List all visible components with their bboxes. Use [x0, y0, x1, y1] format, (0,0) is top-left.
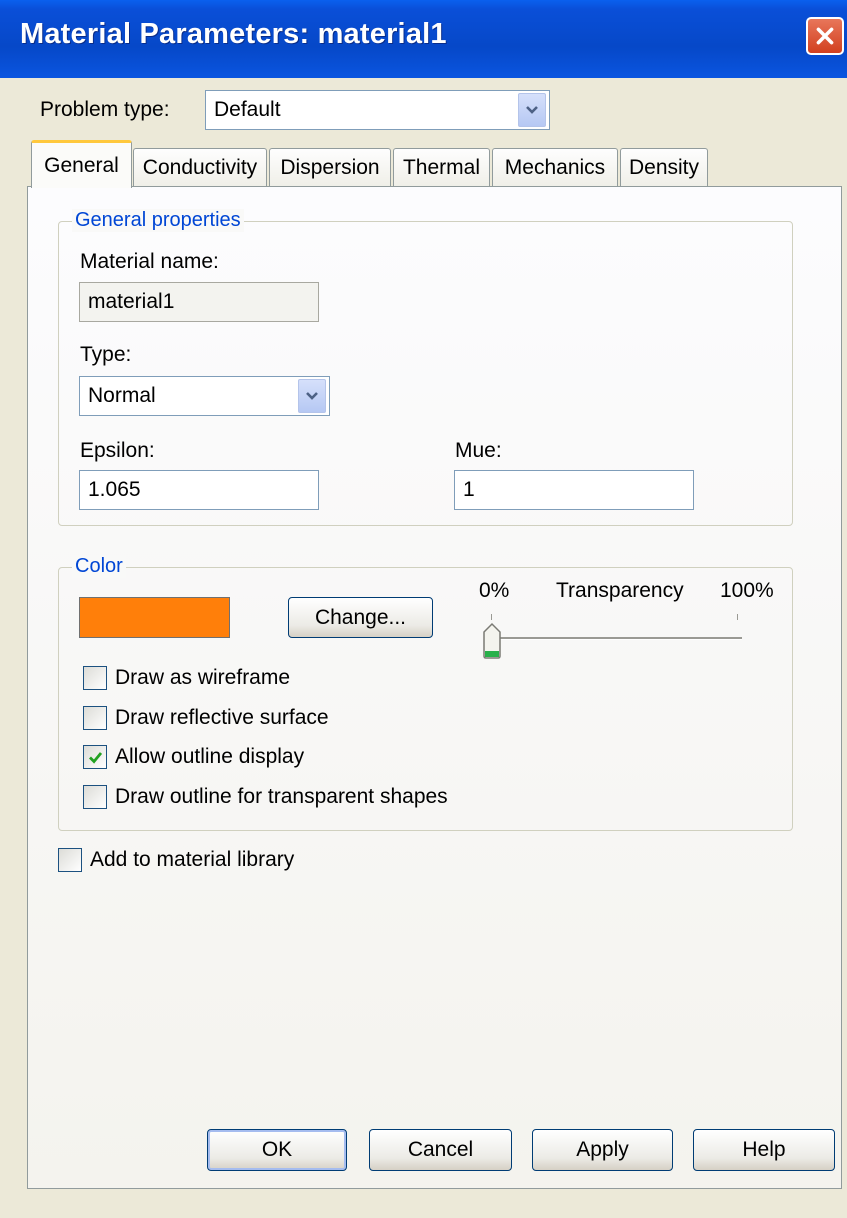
apply-button[interactable]: Apply: [532, 1129, 673, 1171]
epsilon-value: 1.065: [88, 478, 141, 501]
close-button[interactable]: [806, 17, 844, 55]
transparent-outline-option[interactable]: Draw outline for transparent shapes: [83, 785, 448, 809]
slider-thumb-icon: [483, 622, 501, 659]
wireframe-checkbox[interactable]: [83, 666, 107, 690]
reflective-option[interactable]: Draw reflective surface: [83, 706, 329, 730]
problem-type-dropdown[interactable]: Default: [205, 90, 550, 130]
outline-label: Allow outline display: [115, 745, 305, 768]
tab-dispersion[interactable]: Dispersion: [269, 148, 391, 186]
tab-density[interactable]: Density: [620, 148, 708, 186]
type-label: Type:: [80, 343, 132, 366]
problem-type-dropdown-button[interactable]: [518, 93, 546, 127]
checkmark-icon: [88, 751, 102, 764]
cancel-button[interactable]: Cancel: [369, 1129, 512, 1171]
reflective-label: Draw reflective surface: [115, 706, 329, 729]
reflective-checkbox[interactable]: [83, 706, 107, 730]
transparency-slider-track[interactable]: [484, 637, 742, 640]
add-to-library-checkbox[interactable]: [58, 848, 82, 872]
apply-label: Apply: [576, 1138, 629, 1161]
transparency-slider-thumb[interactable]: [482, 622, 502, 660]
problem-type-value: Default: [214, 98, 281, 121]
transparency-max-label: 100%: [720, 579, 774, 602]
transparent-outline-label: Draw outline for transparent shapes: [115, 785, 448, 808]
type-dropdown[interactable]: Normal: [79, 376, 330, 416]
ok-label: OK: [261, 1138, 293, 1161]
type-dropdown-button[interactable]: [298, 379, 326, 413]
wireframe-option[interactable]: Draw as wireframe: [83, 666, 290, 690]
tab-label: General: [44, 153, 119, 177]
outline-option[interactable]: Allow outline display: [83, 745, 304, 769]
outline-checkbox[interactable]: [83, 745, 107, 769]
help-button[interactable]: Help: [693, 1129, 835, 1171]
color-swatch: [79, 597, 230, 638]
transparent-outline-checkbox[interactable]: [83, 785, 107, 809]
slider-tick-min: [491, 614, 492, 620]
mue-value: 1: [463, 478, 475, 501]
epsilon-field[interactable]: 1.065: [79, 470, 319, 510]
tab-label: Density: [628, 155, 700, 179]
tab-label: Mechanics: [504, 155, 606, 179]
add-to-library-option[interactable]: Add to material library: [58, 848, 294, 872]
general-properties-title: General properties: [72, 209, 244, 232]
window-title: Material Parameters: material1: [20, 18, 447, 50]
close-icon: [816, 27, 834, 45]
transparency-min-label: 0%: [479, 579, 510, 602]
change-color-button[interactable]: Change...: [288, 597, 433, 638]
color-group-title: Color: [72, 555, 126, 578]
slider-tick-max: [737, 614, 738, 620]
epsilon-label: Epsilon:: [80, 439, 155, 462]
cancel-label: Cancel: [407, 1138, 474, 1161]
tab-thermal[interactable]: Thermal: [393, 148, 490, 186]
tab-general[interactable]: General: [31, 140, 132, 188]
tab-conductivity[interactable]: Conductivity: [133, 148, 267, 186]
problem-type-label: Problem type:: [40, 98, 170, 121]
tab-label: Thermal: [402, 155, 481, 179]
tab-label: Dispersion: [280, 155, 380, 179]
type-value: Normal: [88, 384, 156, 407]
tab-label: Conductivity: [142, 155, 258, 179]
help-label: Help: [742, 1138, 786, 1161]
chevron-down-icon: [306, 392, 318, 400]
chevron-down-icon: [526, 106, 538, 114]
ok-button[interactable]: OK: [207, 1129, 347, 1171]
material-name-field[interactable]: material1: [79, 282, 319, 322]
wireframe-label: Draw as wireframe: [115, 666, 291, 689]
add-to-library-label: Add to material library: [90, 848, 295, 871]
mue-label: Mue:: [455, 439, 502, 462]
tab-mechanics[interactable]: Mechanics: [492, 148, 618, 186]
transparency-label: Transparency: [556, 579, 684, 602]
material-name-value: material1: [88, 290, 175, 313]
change-color-label: Change...: [314, 605, 407, 629]
material-name-label: Material name:: [80, 250, 219, 273]
mue-field[interactable]: 1: [454, 470, 694, 510]
